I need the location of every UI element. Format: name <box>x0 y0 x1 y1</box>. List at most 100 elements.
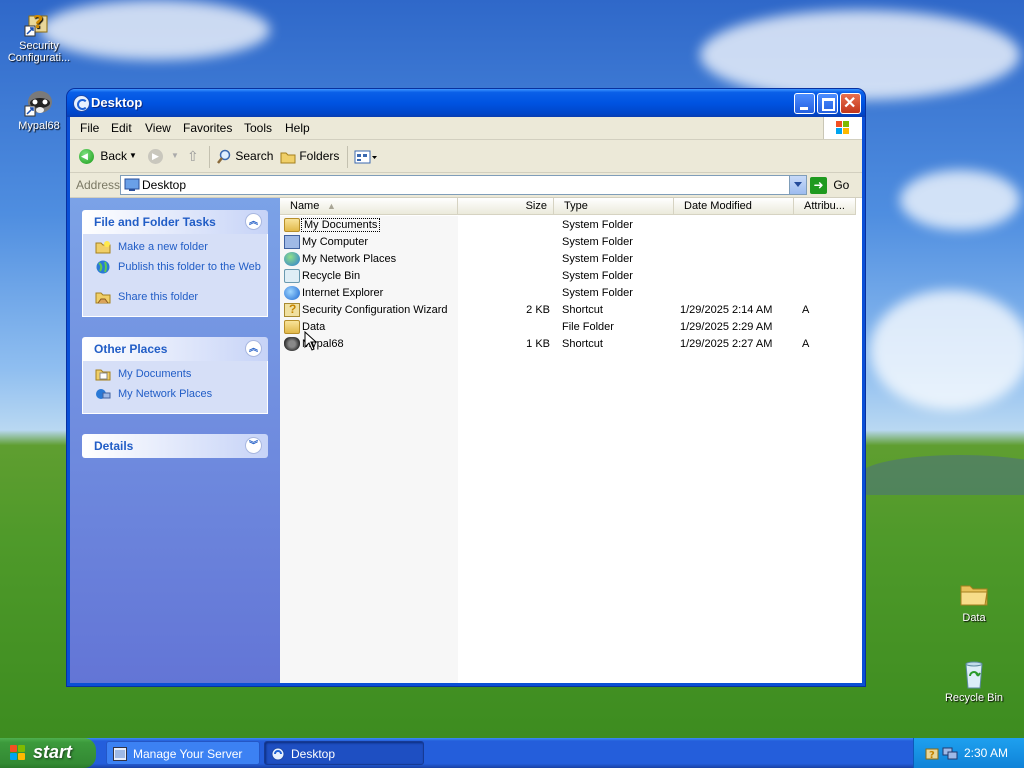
file-name: Internet Explorer <box>302 287 384 299</box>
details-panel: Details ︾ <box>82 434 268 458</box>
folder-icon <box>958 578 990 610</box>
file-folder-tasks-header[interactable]: File and Folder Tasks ︽ <box>82 210 268 234</box>
task-publish-folder-web[interactable]: Publish this folder to the Web <box>83 260 267 290</box>
up-arrow-icon: ⇧ <box>187 148 199 164</box>
close-button[interactable]: ✕ <box>840 93 861 114</box>
place-label: My Network Places <box>118 388 213 400</box>
file-row[interactable]: Security Configuration Wizard 2 KB Shortcu… <box>280 302 862 319</box>
forward-dropdown[interactable]: ▼ <box>171 146 179 166</box>
network-tray-icon[interactable] <box>942 745 958 761</box>
my-documents-icon <box>95 369 111 381</box>
menu-bar: File Edit View Favorites Tools Help <box>70 117 862 140</box>
other-places-panel: Other Places ︽ My Documents My Network P… <box>82 337 268 414</box>
views-icon <box>354 150 377 164</box>
security-wizard-tray-icon[interactable]: ? <box>924 745 940 761</box>
task-share-folder[interactable]: Share this folder <box>83 290 267 310</box>
back-dropdown[interactable]: ▼ <box>129 146 137 166</box>
forward-button[interactable] <box>148 146 163 166</box>
file-type: System Folder <box>562 287 633 299</box>
menu-help[interactable]: Help <box>285 121 310 135</box>
go-button[interactable]: ➜ Go <box>810 176 849 195</box>
file-name: Security Configuration Wizard <box>302 304 448 316</box>
window-titlebar[interactable]: Desktop ✕ <box>67 89 865 117</box>
file-row[interactable]: Mypal68 1 KB Shortcut 1/29/2025 2:27 AM A <box>280 336 862 353</box>
file-name: Recycle Bin <box>302 270 361 282</box>
server-window-icon <box>113 747 127 761</box>
column-header-type[interactable]: Type <box>554 198 674 215</box>
close-icon: ✕ <box>843 95 857 112</box>
address-dropdown-button[interactable] <box>789 176 806 194</box>
desktop-icon-label: Mypal68 <box>18 120 60 132</box>
menu-tools[interactable]: Tools <box>244 121 272 135</box>
address-input[interactable]: Desktop <box>120 175 807 195</box>
minimize-button[interactable] <box>794 93 815 114</box>
other-places-body: My Documents My Network Places <box>82 361 268 414</box>
file-list: Name ▲ Size Type Date Modified Attribu..… <box>280 198 862 683</box>
computer-icon <box>284 235 300 249</box>
file-date-modified: 1/29/2025 2:14 AM <box>680 304 773 316</box>
distant-hill <box>860 455 1024 495</box>
cloud <box>900 170 1020 230</box>
desktop-icon-data[interactable]: Data <box>936 578 1012 624</box>
file-type: System Folder <box>562 270 633 282</box>
file-row[interactable]: My Network Places System Folder <box>280 251 862 268</box>
back-button[interactable]: Back <box>79 146 127 166</box>
desktop-icon <box>124 178 140 191</box>
file-date-modified: 1/29/2025 2:27 AM <box>680 338 773 350</box>
toolbar-separator <box>347 146 348 168</box>
file-type: System Folder <box>562 236 633 248</box>
menu-file[interactable]: File <box>80 121 99 135</box>
start-button[interactable]: start <box>0 738 96 768</box>
go-arrow-icon: ➜ <box>810 177 827 195</box>
column-header-date-modified[interactable]: Date Modified <box>674 198 794 215</box>
file-size: 2 KB <box>526 304 550 316</box>
expand-chevron-icon[interactable]: ︾ <box>245 437 262 454</box>
network-places-icon <box>96 389 111 399</box>
file-row[interactable]: Internet Explorer System Folder <box>280 285 862 302</box>
window-title: Desktop <box>91 95 143 110</box>
wizard-icon <box>284 302 300 317</box>
file-row[interactable]: Data File Folder 1/29/2025 2:29 AM <box>280 319 862 336</box>
file-name: My Documents <box>300 218 381 232</box>
panel-title: Details <box>94 439 134 453</box>
place-my-network-places[interactable]: My Network Places <box>83 387 267 407</box>
globe-icon <box>96 260 110 274</box>
up-folder-button[interactable]: ⇧ <box>187 146 199 166</box>
taskbar-button-desktop[interactable]: Desktop <box>264 741 424 765</box>
maximize-button[interactable] <box>817 93 838 114</box>
file-row[interactable]: My Computer System Folder <box>280 234 862 251</box>
column-header-size[interactable]: Size <box>458 198 554 215</box>
menu-favorites[interactable]: Favorites <box>183 121 232 135</box>
collapse-chevron-icon[interactable]: ︽ <box>245 340 262 357</box>
task-make-new-folder[interactable]: Make a new folder <box>83 240 267 260</box>
search-button[interactable]: Search <box>216 146 273 166</box>
column-label: Date Modified <box>684 200 752 212</box>
minimize-icon <box>800 107 808 110</box>
desktop-icon-mypal68[interactable]: Mypal68 <box>1 86 77 132</box>
file-folder-tasks-body: Make a new folder Publish this folder to… <box>82 234 268 317</box>
sort-ascending-icon: ▲ <box>327 201 336 211</box>
taskbar-button-manage-your-server[interactable]: Manage Your Server <box>106 741 260 765</box>
column-header-attributes[interactable]: Attribu... <box>794 198 856 215</box>
collapse-chevron-icon[interactable]: ︽ <box>245 213 262 230</box>
details-header[interactable]: Details ︾ <box>82 434 268 458</box>
desktop-icon-recycle-bin[interactable]: Recycle Bin <box>936 658 1012 704</box>
column-header-name[interactable]: Name ▲ <box>280 198 458 215</box>
panel-title: File and Folder Tasks <box>94 215 216 229</box>
desktop-icon-security-wizard[interactable]: ? Security Configurati... <box>1 6 77 64</box>
views-button[interactable] <box>354 146 378 166</box>
cloud <box>700 10 1020 100</box>
start-label: start <box>33 742 73 762</box>
column-label: Attribu... <box>804 200 845 212</box>
folders-button[interactable]: Folders <box>280 146 339 166</box>
file-row[interactable]: My Documents System Folder <box>280 217 862 234</box>
file-row[interactable]: Recycle Bin System Folder <box>280 268 862 285</box>
menu-view[interactable]: View <box>145 121 171 135</box>
column-label: Type <box>564 200 588 212</box>
place-my-documents[interactable]: My Documents <box>83 367 267 387</box>
other-places-header[interactable]: Other Places ︽ <box>82 337 268 361</box>
menu-edit[interactable]: Edit <box>111 121 132 135</box>
file-type: File Folder <box>562 321 614 333</box>
forward-arrow-icon <box>148 149 163 165</box>
address-value: Desktop <box>142 178 187 192</box>
